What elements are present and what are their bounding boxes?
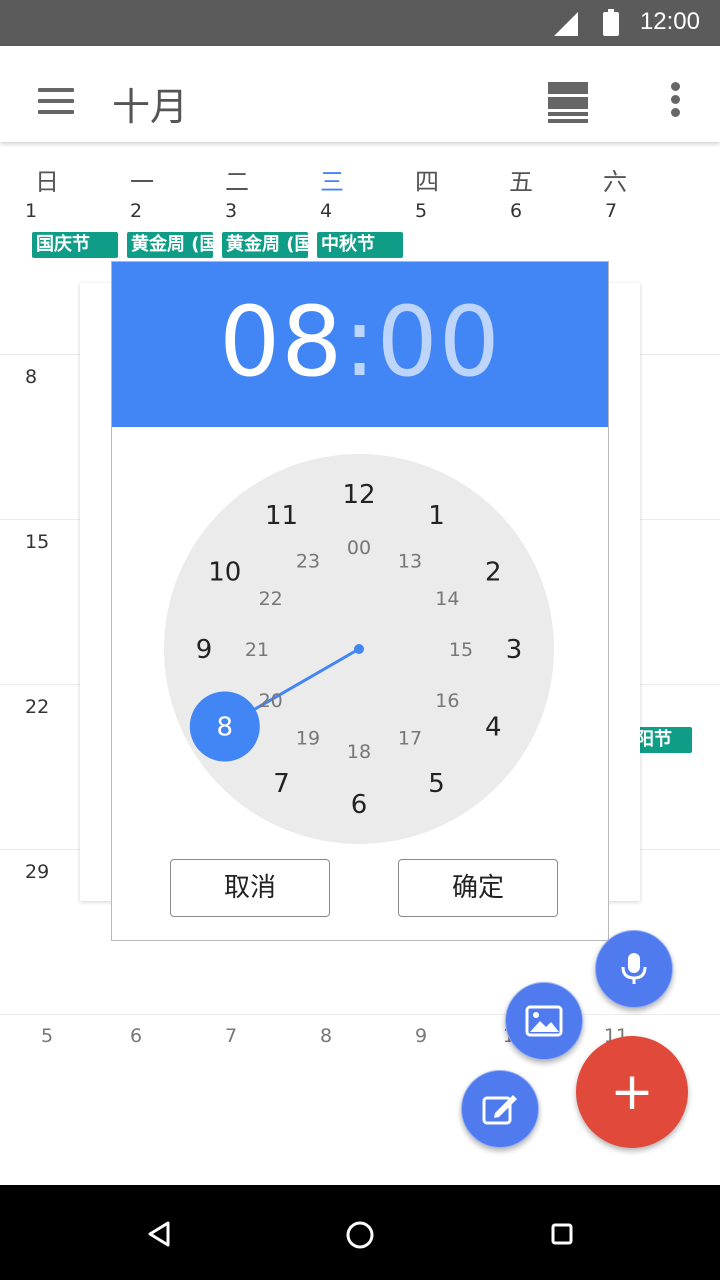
hour-number-24h[interactable]: 20 (259, 690, 283, 712)
hour-number[interactable]: 4 (485, 713, 502, 743)
status-bar: 12:00 (0, 0, 720, 46)
image-icon (525, 1005, 563, 1037)
event-chip[interactable]: 国庆节 (32, 232, 118, 258)
hour-number-24h[interactable]: 23 (296, 551, 320, 573)
date-cell[interactable]: 4 (320, 200, 414, 222)
battery-icon (603, 9, 619, 36)
navigation-bar (0, 1185, 720, 1280)
mic-icon (621, 953, 647, 984)
hour-number[interactable]: 11 (265, 501, 298, 531)
date-cell[interactable]: 3 (225, 200, 319, 222)
more-options-icon[interactable] (671, 82, 681, 121)
clock-face[interactable]: 121234567891011 001314151617181920212223 (164, 454, 554, 844)
status-time: 12:00 (639, 8, 700, 35)
weekday-fri: 五 (509, 168, 533, 196)
hour-number-24h[interactable]: 19 (296, 727, 320, 749)
time-separator: : (343, 286, 377, 398)
weekday-wed-today: 三 (320, 168, 344, 196)
hour-number[interactable]: 1 (428, 501, 445, 531)
hour-number-24h[interactable]: 21 (245, 639, 269, 661)
date-cell[interactable]: 2 (130, 200, 224, 222)
time-picker-header: 08:00 (112, 262, 608, 427)
hour-number-24h[interactable]: 13 (398, 551, 422, 573)
app-toolbar: 十月 (0, 46, 720, 142)
edit-button[interactable] (461, 1070, 539, 1148)
hour-number-24h[interactable]: 18 (347, 741, 371, 763)
weekday-thu: 四 (415, 168, 439, 196)
hour-number-24h[interactable]: 15 (449, 639, 473, 661)
weekday-mon: 一 (130, 168, 154, 196)
date-cell[interactable]: 5 (0, 1025, 94, 1047)
weekday-tue: 二 (225, 168, 249, 196)
event-chip[interactable]: 黄金周 (国 (127, 232, 213, 258)
view-switch-icon[interactable] (548, 82, 588, 126)
week-divider (0, 1014, 720, 1015)
back-icon[interactable] (146, 1221, 172, 1247)
month-title: 十月 (112, 85, 189, 129)
date-cell[interactable]: 7 (605, 200, 699, 222)
ok-button[interactable]: 确定 (398, 859, 558, 917)
date-cell[interactable]: 5 (415, 200, 509, 222)
date-cell[interactable]: 6 (510, 200, 604, 222)
hour-number[interactable]: 10 (208, 558, 241, 588)
date-cell[interactable]: 8 (279, 1025, 373, 1047)
date-cell[interactable]: 9 (374, 1025, 468, 1047)
hour-number[interactable]: 12 (342, 480, 375, 510)
time-display: 08:00 (112, 286, 608, 398)
hour-number[interactable]: 3 (506, 635, 523, 665)
time-picker-dialog: 08:00 12 1 2 3 4 5 6 7 8 9 10 11 00 13 14 15 16 17 18 19 20… (111, 261, 609, 941)
event-chip[interactable]: 黄金周 (国 (222, 232, 308, 258)
recents-icon[interactable] (551, 1223, 573, 1245)
hour-number[interactable]: 8 (216, 713, 233, 743)
clock-center-dot (354, 644, 364, 654)
hour-number[interactable]: 5 (428, 769, 445, 799)
hour-number-24h[interactable]: 17 (398, 727, 422, 749)
home-icon[interactable] (345, 1220, 375, 1250)
date-cell[interactable]: 1 (25, 200, 119, 222)
hour-number-24h[interactable]: 22 (259, 588, 283, 610)
weekday-sun: 日 (35, 168, 59, 196)
hour-number[interactable]: 6 (351, 790, 368, 820)
hour-number[interactable]: 7 (273, 769, 290, 799)
hour-number[interactable]: 2 (485, 558, 502, 588)
weekday-sat: 六 (603, 168, 627, 196)
hour-number-24h[interactable]: 16 (435, 690, 459, 712)
plus-icon: + (610, 1062, 654, 1122)
menu-icon[interactable] (38, 88, 74, 121)
event-chip[interactable]: 中秋节 (317, 232, 403, 258)
signal-icon (554, 12, 578, 36)
hour-number-24h[interactable]: 14 (435, 588, 459, 610)
date-cell[interactable]: 7 (184, 1025, 278, 1047)
date-cell[interactable]: 6 (89, 1025, 183, 1047)
cancel-button[interactable]: 取消 (170, 859, 330, 917)
add-event-button[interactable]: + (576, 1036, 688, 1148)
hour-number-24h[interactable]: 00 (347, 537, 371, 559)
edit-icon (482, 1095, 517, 1125)
hour-number[interactable]: 9 (196, 635, 213, 665)
image-button[interactable] (505, 982, 583, 1060)
voice-input-button[interactable] (595, 930, 673, 1008)
minute-display[interactable]: 00 (377, 286, 501, 398)
hour-display[interactable]: 08 (219, 286, 343, 398)
